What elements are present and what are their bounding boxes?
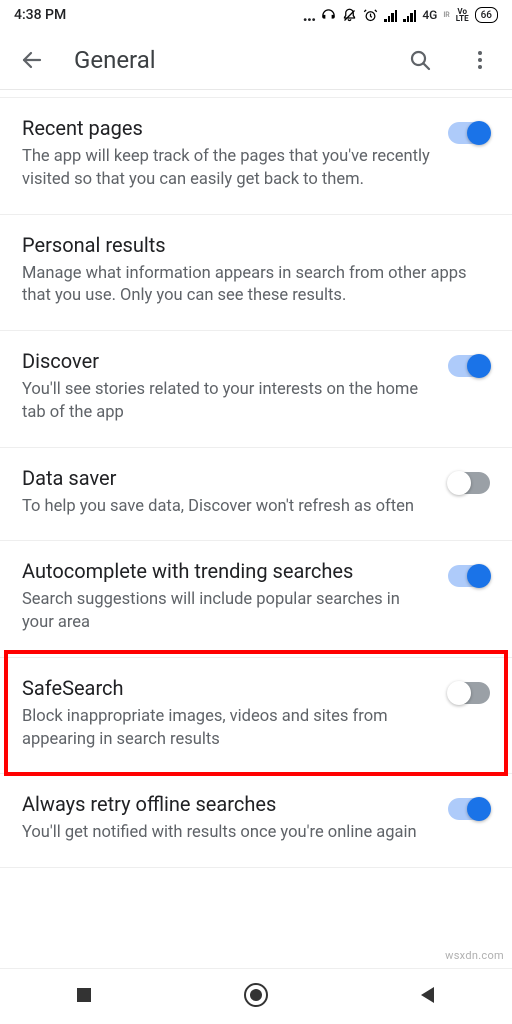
setting-retry-offline[interactable]: Always retry offline searches You'll get… xyxy=(0,774,512,868)
status-time: 4:38 PM xyxy=(14,7,66,23)
setting-personal-results[interactable]: Personal results Manage what information… xyxy=(0,215,512,332)
app-header: General xyxy=(0,30,512,90)
headphones-icon xyxy=(321,8,336,23)
search-button[interactable] xyxy=(406,46,434,74)
search-icon xyxy=(408,48,432,72)
nav-recents-button[interactable] xyxy=(74,985,94,1009)
square-icon xyxy=(74,985,94,1005)
setting-title: Recent pages xyxy=(22,116,434,140)
setting-data-saver[interactable]: Data saver To help you save data, Discov… xyxy=(0,448,512,542)
setting-desc: Search suggestions will include popular … xyxy=(22,589,434,635)
volte-icon: VoLTE xyxy=(456,8,469,22)
toggle-discover[interactable] xyxy=(448,355,490,377)
more-vert-icon xyxy=(468,48,492,72)
signal-icon-2 xyxy=(403,9,416,22)
back-arrow-icon xyxy=(20,48,44,72)
setting-autocomplete-trending[interactable]: Autocomplete with trending searches Sear… xyxy=(0,541,512,658)
status-icons: ... 4G IR VoLTE 66 xyxy=(303,5,498,26)
more-dots-icon: ... xyxy=(303,5,316,26)
setting-desc: You'll see stories related to your inter… xyxy=(22,379,434,425)
mute-icon xyxy=(342,8,357,23)
signal-icon-1 xyxy=(384,9,397,22)
navigation-bar xyxy=(0,968,512,1024)
battery-icon: 66 xyxy=(475,7,498,23)
setting-title: Data saver xyxy=(22,466,434,490)
setting-title: Personal results xyxy=(22,233,490,257)
network-label: 4G xyxy=(422,8,437,22)
nav-back-button[interactable] xyxy=(418,985,438,1009)
setting-title: Discover xyxy=(22,349,434,373)
settings-list: Recent pages The app will keep track of … xyxy=(0,98,512,868)
setting-title: Always retry offline searches xyxy=(22,792,434,816)
setting-discover[interactable]: Discover You'll see stories related to y… xyxy=(0,331,512,448)
setting-recent-pages[interactable]: Recent pages The app will keep track of … xyxy=(0,98,512,215)
setting-safesearch[interactable]: SafeSearch Block inappropriate images, v… xyxy=(0,658,512,775)
overflow-menu-button[interactable] xyxy=(466,46,494,74)
toggle-data-saver[interactable] xyxy=(448,472,490,494)
setting-desc: You'll get notified with results once yo… xyxy=(22,822,434,845)
circle-icon xyxy=(243,982,269,1008)
alarm-icon xyxy=(363,8,378,23)
setting-title: SafeSearch xyxy=(22,676,434,700)
setting-desc: To help you save data, Discover won't re… xyxy=(22,496,434,519)
toggle-recent-pages[interactable] xyxy=(448,122,490,144)
toggle-safesearch[interactable] xyxy=(448,682,490,704)
spacer xyxy=(0,90,512,98)
setting-title: Autocomplete with trending searches xyxy=(22,559,434,583)
network-small: IR xyxy=(443,11,449,19)
toggle-autocomplete[interactable] xyxy=(448,565,490,587)
status-bar: 4:38 PM ... 4G IR VoLTE 66 xyxy=(0,0,512,30)
watermark: wsxdn.com xyxy=(445,949,504,962)
setting-desc: Manage what information appears in searc… xyxy=(22,263,490,309)
toggle-retry-offline[interactable] xyxy=(448,798,490,820)
page-title: General xyxy=(74,46,378,74)
back-button[interactable] xyxy=(18,46,46,74)
setting-desc: Block inappropriate images, videos and s… xyxy=(22,706,434,752)
setting-desc: The app will keep track of the pages tha… xyxy=(22,146,434,192)
triangle-left-icon xyxy=(418,985,438,1005)
nav-home-button[interactable] xyxy=(243,982,269,1012)
